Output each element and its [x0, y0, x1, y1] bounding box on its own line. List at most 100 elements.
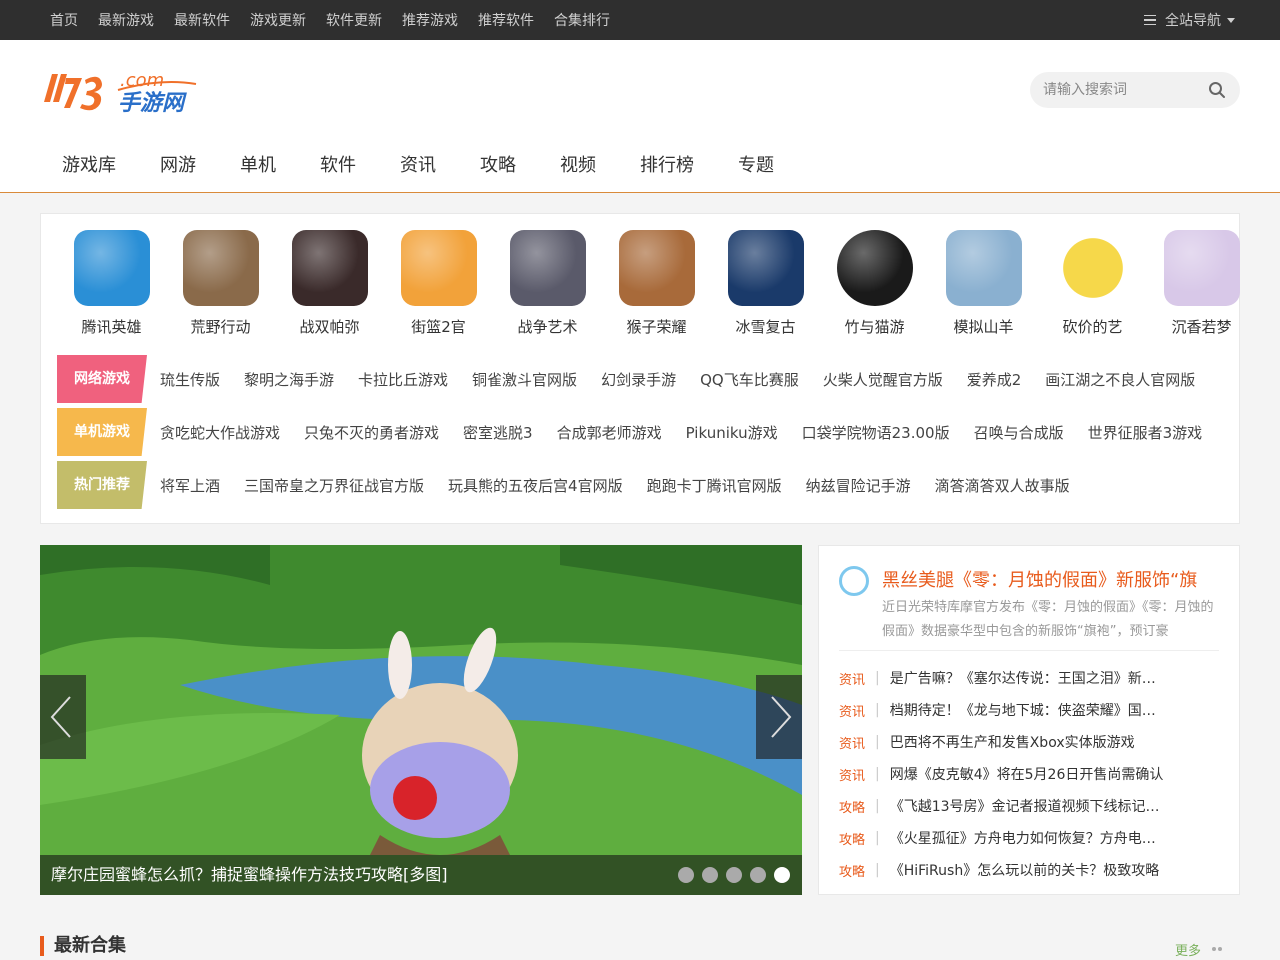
- tag-item[interactable]: 三国帝皇之万界征战官方版: [244, 475, 424, 496]
- banner-slider[interactable]: 摩尔庄园蜜蜂怎么抓？捕捉蜜蜂操作方法技巧攻略[多图]: [40, 545, 802, 895]
- news-headline[interactable]: 黑丝美腿《零：月蚀的假面》新服饰“旗: [882, 566, 1222, 592]
- tag-item[interactable]: 玩具熊的五夜后宫4官网版: [448, 475, 623, 496]
- tag-item[interactable]: 火柴人觉醒官方版: [823, 369, 943, 390]
- game-tile[interactable]: 街篮2官: [384, 230, 493, 337]
- tag-item[interactable]: QQ飞车比赛服: [700, 369, 799, 390]
- news-title[interactable]: 《飞越13号房》金记者报道视频下线标记攻略: [890, 796, 1165, 816]
- game-icon[interactable]: [182, 230, 259, 306]
- game-name[interactable]: 竹与猫游: [820, 316, 929, 337]
- game-name[interactable]: 腾讯英雄: [57, 316, 166, 337]
- game-tile[interactable]: 砍价的艺: [1038, 230, 1147, 337]
- site-logo[interactable]: .com 手游网: [40, 64, 200, 116]
- news-title[interactable]: 《火星孤征》方舟电力如何恢复？方舟电力攻略: [890, 828, 1165, 848]
- game-tile[interactable]: 荒野行动: [166, 230, 275, 337]
- tag-label-online[interactable]: 网络游戏: [57, 355, 147, 403]
- game-tile[interactable]: 腾讯英雄: [57, 230, 166, 337]
- banner-dot[interactable]: [726, 867, 742, 883]
- top-link-recommended-software[interactable]: 推荐软件: [478, 10, 534, 30]
- search-icon[interactable]: [1208, 81, 1226, 99]
- game-icon[interactable]: [73, 230, 150, 306]
- news-category[interactable]: 资讯: [839, 669, 867, 688]
- news-category[interactable]: 资讯: [839, 701, 867, 720]
- news-category[interactable]: 攻略: [839, 797, 867, 816]
- tag-item[interactable]: 召唤与合成版: [974, 422, 1064, 443]
- tag-item[interactable]: 卡拉比丘游戏: [358, 369, 448, 390]
- game-name[interactable]: 沉香若梦: [1147, 316, 1256, 337]
- banner-dot[interactable]: [750, 867, 766, 883]
- more-link[interactable]: 更多: [1175, 940, 1201, 959]
- nav-rankings[interactable]: 排行榜: [618, 142, 716, 190]
- news-item[interactable]: 攻略 | 《飞越13号房》金记者报道视频下线标记攻略: [839, 790, 1219, 822]
- game-name[interactable]: 街篮2官: [384, 316, 493, 337]
- news-item[interactable]: 攻略 | 《HiFiRush》怎么玩以前的关卡？极致攻略: [839, 854, 1219, 886]
- news-title[interactable]: 巴西将不再生产和发售Xbox实体版游戏: [890, 732, 1165, 752]
- game-icon[interactable]: [618, 230, 695, 306]
- game-name[interactable]: 战双帕弥: [275, 316, 384, 337]
- news-item[interactable]: 资讯 | 巴西将不再生产和发售Xbox实体版游戏: [839, 726, 1219, 758]
- game-icon[interactable]: [400, 230, 477, 306]
- news-category[interactable]: 攻略: [839, 861, 867, 880]
- search-input[interactable]: [1030, 72, 1200, 108]
- game-tile[interactable]: 战争艺术: [493, 230, 602, 337]
- top-link-software-updates[interactable]: 软件更新: [326, 10, 382, 30]
- nav-software[interactable]: 软件: [298, 142, 378, 190]
- site-nav-toggle[interactable]: 全站导航: [1144, 0, 1235, 40]
- game-name[interactable]: 模拟山羊: [929, 316, 1038, 337]
- game-icon[interactable]: [291, 230, 368, 306]
- news-title[interactable]: 《HiFiRush》怎么玩以前的关卡？极致攻略: [890, 860, 1165, 880]
- tag-item[interactable]: 黎明之海手游: [244, 369, 334, 390]
- tag-item[interactable]: 合成郭老师游戏: [557, 422, 662, 443]
- top-link-new-software[interactable]: 最新软件: [174, 10, 230, 30]
- news-title[interactable]: 档期待定！《龙与地下城：侠盗荣耀》国内定档: [890, 700, 1165, 720]
- banner-dot[interactable]: [702, 867, 718, 883]
- tag-label-hot[interactable]: 热门推荐: [57, 461, 147, 509]
- game-icon[interactable]: [1163, 230, 1240, 306]
- game-icon[interactable]: [1054, 230, 1131, 306]
- news-item[interactable]: 攻略 | 《火星孤征》方舟电力如何恢复？方舟电力攻略: [839, 822, 1219, 854]
- banner-image[interactable]: [40, 545, 802, 895]
- tag-item[interactable]: 世界征服者3游戏: [1088, 422, 1203, 443]
- news-category[interactable]: 资讯: [839, 733, 867, 752]
- game-tile[interactable]: 战双帕弥: [275, 230, 384, 337]
- banner-dot[interactable]: [774, 867, 790, 883]
- tag-item[interactable]: 纳兹冒险记手游: [806, 475, 911, 496]
- game-icon[interactable]: [836, 230, 913, 306]
- game-tile[interactable]: 冰雪复古: [711, 230, 820, 337]
- banner-caption[interactable]: 摩尔庄园蜜蜂怎么抓？捕捉蜜蜂操作方法技巧攻略[多图]: [51, 855, 448, 895]
- tag-item[interactable]: 爱养成2: [967, 369, 1022, 390]
- tag-item[interactable]: 口袋学院物语23.00版: [802, 422, 950, 443]
- nav-videos[interactable]: 视频: [538, 142, 618, 190]
- nav-news[interactable]: 资讯: [378, 142, 458, 190]
- game-name[interactable]: 砍价的艺: [1038, 316, 1147, 337]
- game-tile[interactable]: 竹与猫游: [820, 230, 929, 337]
- top-link-recommended-games[interactable]: 推荐游戏: [402, 10, 458, 30]
- nav-game-library[interactable]: 游戏库: [40, 142, 138, 190]
- game-icon[interactable]: [727, 230, 804, 306]
- news-category[interactable]: 攻略: [839, 829, 867, 848]
- banner-dot[interactable]: [678, 867, 694, 883]
- tag-item[interactable]: 琉生传版: [160, 369, 220, 390]
- tag-item[interactable]: 铜雀激斗官网版: [472, 369, 577, 390]
- tag-item[interactable]: Pikuniku游戏: [686, 422, 778, 443]
- news-title[interactable]: 网爆《皮克敏4》将在5月26日开售尚需确认: [890, 764, 1165, 784]
- tag-item[interactable]: 只兔不灭的勇者游戏: [304, 422, 439, 443]
- game-name[interactable]: 荒野行动: [166, 316, 275, 337]
- banner-prev-button[interactable]: [40, 675, 86, 759]
- nav-online-games[interactable]: 网游: [138, 142, 218, 190]
- news-title[interactable]: 是广告嘛？《塞尔达传说：王国之泪》新宣传: [890, 668, 1165, 688]
- tag-item[interactable]: 幻剑录手游: [601, 369, 676, 390]
- news-item[interactable]: 资讯 | 是广告嘛？《塞尔达传说：王国之泪》新宣传: [839, 662, 1219, 694]
- game-icon[interactable]: [509, 230, 586, 306]
- nav-guides[interactable]: 攻略: [458, 142, 538, 190]
- news-category[interactable]: 资讯: [839, 765, 867, 784]
- game-tile[interactable]: 模拟山羊: [929, 230, 1038, 337]
- tag-item[interactable]: 将军上酒: [160, 475, 220, 496]
- news-item[interactable]: 资讯 | 网爆《皮克敏4》将在5月26日开售尚需确认: [839, 758, 1219, 790]
- top-link-game-updates[interactable]: 游戏更新: [250, 10, 306, 30]
- top-link-collection-ranking[interactable]: 合集排行: [554, 10, 610, 30]
- game-name[interactable]: 冰雪复古: [711, 316, 820, 337]
- game-name[interactable]: 猴子荣耀: [602, 316, 711, 337]
- nav-single-player[interactable]: 单机: [218, 142, 298, 190]
- game-tile[interactable]: 猴子荣耀: [602, 230, 711, 337]
- game-tile[interactable]: 沉香若梦: [1147, 230, 1256, 337]
